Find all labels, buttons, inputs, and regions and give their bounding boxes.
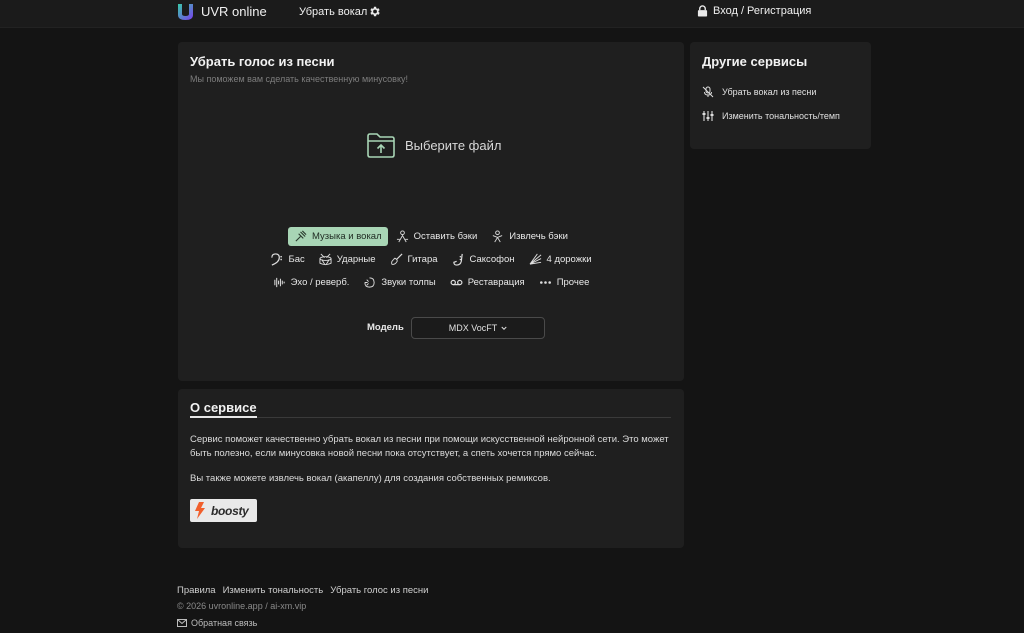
- login-link[interactable]: Вход / Регистрация: [697, 5, 811, 17]
- guitar-icon: [390, 253, 402, 265]
- option-extract-backing[interactable]: Извлечь бэки: [485, 227, 574, 246]
- lock-icon: [697, 5, 708, 17]
- about-card: О сервисе Сервис поможет качественно убр…: [178, 389, 684, 548]
- option-saxophone[interactable]: Саксофон: [446, 250, 521, 269]
- chevron-down-icon: [501, 326, 507, 330]
- option-crowd-sounds[interactable]: Звуки толпы: [357, 273, 441, 292]
- other-services-card: Другие сервисы Убрать вокал из песни Изм…: [690, 42, 871, 149]
- tracks-icon: [529, 253, 541, 265]
- gear-icon[interactable]: [368, 5, 381, 18]
- about-title: О сервисе: [190, 400, 257, 418]
- drum-icon: [319, 253, 332, 266]
- boosty-logo-icon: [195, 502, 205, 519]
- option-guitar[interactable]: Гитара: [384, 250, 444, 269]
- file-upload-button[interactable]: Выберите файл: [366, 131, 501, 159]
- page-title: Убрать голос из песни: [190, 54, 335, 69]
- option-other[interactable]: Прочее: [533, 273, 596, 292]
- logo-icon[interactable]: [177, 3, 194, 20]
- about-title-divider: О сервисе: [190, 400, 671, 418]
- footer-link-rules[interactable]: Правила: [177, 585, 216, 596]
- model-label: Модель: [367, 322, 404, 333]
- saxophone-icon: [452, 253, 463, 266]
- copyright: © 2026 uvronline.app / ai-xm.vip: [177, 601, 307, 611]
- about-paragraph-2: Вы также можете извлечь вокал (акапеллу)…: [190, 473, 551, 484]
- service-remove-vocals[interactable]: Убрать вокал из песни: [702, 86, 816, 98]
- music-vocal-icon: [295, 230, 307, 242]
- option-echo-reverb[interactable]: Эхо / реверб.: [267, 273, 356, 292]
- footer-link-remove-voice[interactable]: Убрать голос из песни: [330, 585, 428, 596]
- boosty-button[interactable]: boosty: [190, 499, 257, 522]
- folder-upload-icon: [367, 133, 395, 158]
- footer-link-change-pitch[interactable]: Изменить тональность: [223, 585, 324, 596]
- top-navbar: UVR online Убрать вокал Вход / Регистрац…: [0, 0, 1024, 28]
- separation-options-row-2: Бас Ударные Гитара Саксофон 4 дорожки: [178, 250, 684, 269]
- feedback-link[interactable]: Обратная связь: [177, 618, 257, 628]
- nav-remove-vocals-link[interactable]: Убрать вокал: [299, 6, 367, 18]
- service-change-pitch[interactable]: Изменить тональность/темп: [702, 110, 840, 122]
- about-paragraph-1: Сервис поможет качественно убрать вокал …: [190, 434, 669, 459]
- option-restoration[interactable]: Реставрация: [444, 273, 531, 292]
- option-4-tracks[interactable]: 4 дорожки: [523, 250, 598, 269]
- option-music-vocal[interactable]: Музыка и вокал: [288, 227, 388, 246]
- backing-keep-icon: [396, 230, 408, 243]
- page-subtitle: Мы поможем вам сделать качественную мину…: [190, 74, 408, 84]
- bass-clef-icon: [271, 253, 283, 266]
- crowd-icon: [364, 277, 376, 288]
- upload-card: Убрать голос из песни Мы поможем вам сде…: [178, 42, 684, 381]
- brand-name[interactable]: UVR online: [201, 4, 267, 19]
- separation-options-row-3: Эхо / реверб. Звуки толпы Реставрация Пр…: [178, 273, 684, 292]
- option-drums[interactable]: Ударные: [313, 250, 382, 269]
- boosty-label: boosty: [211, 503, 249, 518]
- upload-label: Выберите файл: [405, 137, 502, 153]
- other-services-title: Другие сервисы: [702, 54, 808, 69]
- backing-extract-icon: [492, 230, 503, 243]
- mic-off-icon: [702, 86, 714, 98]
- separation-options-row-1: Музыка и вокал Оставить бэки Извлечь бэк…: [178, 227, 684, 246]
- feedback-label: Обратная связь: [191, 618, 258, 628]
- cassette-icon: [450, 279, 463, 286]
- option-bass[interactable]: Бас: [264, 250, 310, 269]
- echo-icon: [273, 277, 285, 288]
- mail-icon: [177, 619, 187, 627]
- sliders-icon: [702, 111, 714, 121]
- dots-icon: [539, 281, 551, 284]
- login-label: Вход / Регистрация: [713, 5, 812, 17]
- option-keep-backing[interactable]: Оставить бэки: [390, 227, 484, 246]
- model-select[interactable]: MDX VocFT: [411, 317, 545, 339]
- footer-links: Правила Изменить тональность Убрать голо…: [177, 585, 428, 596]
- model-value: MDX VocFT: [448, 323, 498, 333]
